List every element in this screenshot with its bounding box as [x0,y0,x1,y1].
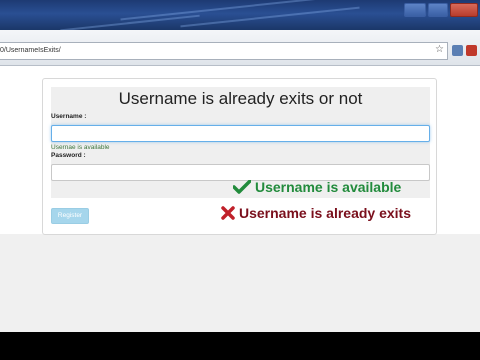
address-url: 0/UsernameIsExits/ [0,47,61,54]
available-notice: Username is available [232,179,402,197]
star-icon[interactable]: ☆ [435,44,444,55]
available-text: Username is available [255,179,402,195]
browser-titlebar [0,0,480,30]
adblock-icon[interactable] [466,45,477,56]
page-title: Username is already exits or not [118,89,363,108]
register-button[interactable]: Register [51,208,89,224]
titlebar-decoration [120,0,320,21]
exists-text: Username is already exits [239,205,411,221]
address-bar[interactable]: 0/UsernameIsExits/ [0,42,448,60]
check-icon [232,179,252,197]
username-label: Username : [51,113,87,120]
username-input[interactable] [51,125,430,142]
password-label: Password : [51,152,86,159]
username-help-text: Usernae is available [51,144,110,151]
maximize-button[interactable] [428,3,448,17]
close-button[interactable] [450,3,478,17]
cross-icon [221,206,235,223]
screen: 0/UsernameIsExits/ ☆ Username is already… [0,0,480,360]
extension-icon[interactable] [452,45,463,56]
exists-notice: Username is already exits [221,205,411,223]
page-viewport: Username is already exits or not Usernam… [0,66,480,332]
minimize-button[interactable] [404,3,426,17]
